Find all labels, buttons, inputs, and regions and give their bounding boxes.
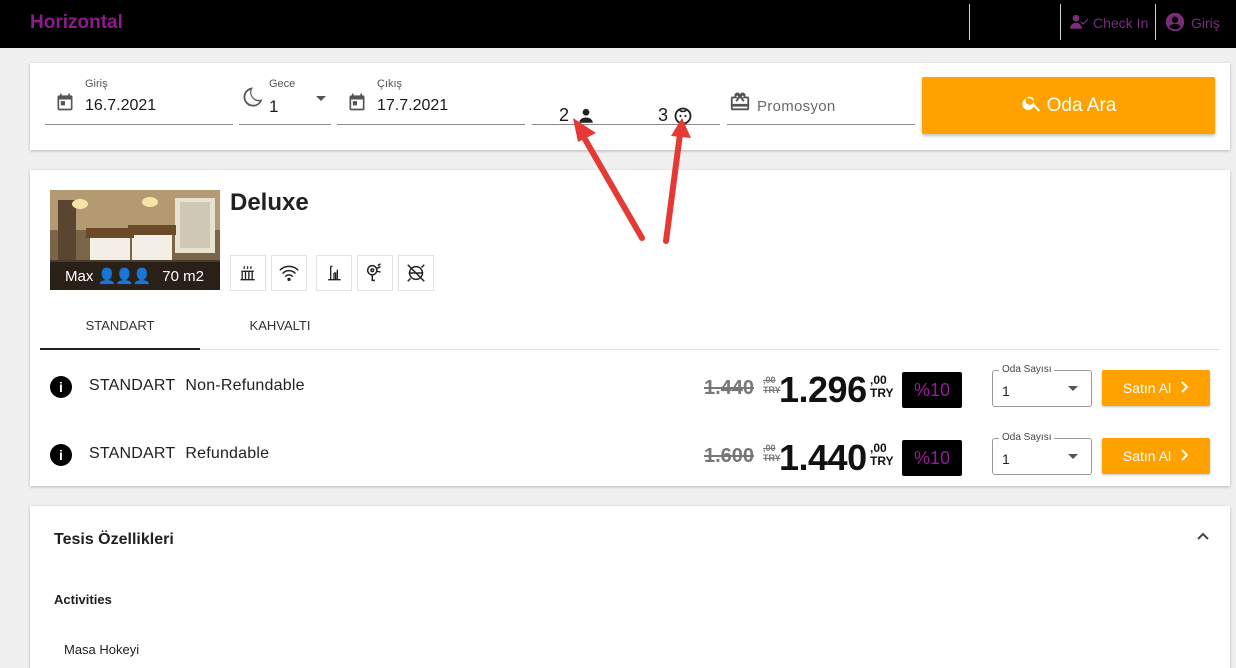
calendar-icon: [347, 92, 367, 117]
discount-badge: %10: [902, 440, 962, 476]
moon-icon: [241, 84, 265, 115]
divider: [1155, 4, 1156, 40]
rate-plan: STANDART: [89, 377, 176, 394]
room-card: Max 👤👤👤 70 m2 Deluxe STANDART KAHVALTI i…: [30, 170, 1230, 486]
check-in-button[interactable]: Check In: [1070, 12, 1148, 34]
max-occupancy: Max 👤👤👤: [65, 267, 152, 285]
room-count-select[interactable]: Oda Sayısı 1: [992, 432, 1092, 475]
chevron-right-icon: [1179, 380, 1189, 396]
person-icon: [577, 107, 595, 130]
tab-standart[interactable]: STANDART: [40, 318, 200, 333]
wifi-icon: [271, 255, 307, 291]
chevron-down-icon: [1068, 454, 1078, 459]
current-price: 1.296: [779, 369, 867, 410]
old-price: 1.600: [704, 445, 755, 467]
children-count: 3: [658, 105, 669, 125]
room-count-select[interactable]: Oda Sayısı 1: [992, 364, 1092, 407]
top-bar: Horizontal Check In Giriş: [0, 0, 1236, 48]
info-icon[interactable]: i: [50, 376, 72, 398]
room-count-label: Oda Sayısı: [999, 432, 1055, 443]
promo-field[interactable]: Promosyon: [727, 78, 915, 125]
current-price-currency: TRY: [870, 454, 894, 468]
chevron-up-icon[interactable]: [1196, 528, 1210, 546]
adults-count: 2: [559, 105, 570, 125]
divider: [969, 4, 970, 40]
room-area: 70 m2: [162, 268, 204, 285]
buy-button[interactable]: Satın Al: [1102, 370, 1210, 406]
search-rooms-button[interactable]: Oda Ara: [922, 77, 1215, 134]
checkin-value: 16.7.2021: [85, 97, 157, 114]
tab-kahvalti[interactable]: KAHVALTI: [200, 318, 360, 333]
brand-logo[interactable]: Horizontal: [30, 12, 123, 34]
rate-plan-tabs: STANDART KAHVALTI: [40, 305, 1220, 350]
rate-name: STANDART Refundable: [89, 445, 269, 463]
room-count-value: 1: [1002, 383, 1010, 399]
gift-card-icon: [729, 91, 751, 118]
facilities-title: Tesis Özellikleri: [54, 531, 174, 548]
room-count-value: 1: [1002, 451, 1010, 467]
rate-row: i STANDART Refundable 1.600 ,00 TRY 1.440…: [50, 432, 1210, 478]
child-face-icon: [673, 106, 693, 131]
login-label: Giriş: [1191, 15, 1220, 31]
checkout-value: 17.7.2021: [377, 97, 449, 114]
account-circle-icon: [1164, 11, 1186, 36]
no-smoking-icon: [398, 255, 434, 291]
current-price-suffix: ,00 TRY: [870, 374, 894, 400]
nights-select[interactable]: Gece 1: [239, 78, 331, 125]
room-count-label: Oda Sayısı: [999, 364, 1055, 375]
facility-item: Masa Hokeyi: [64, 642, 140, 657]
promo-placeholder: Promosyon: [757, 98, 836, 115]
checkin-label: Giriş: [85, 78, 108, 90]
room-photo[interactable]: Max 👤👤👤 70 m2: [50, 190, 220, 290]
check-in-label: Check In: [1093, 15, 1149, 31]
search-button-label: Oda Ara: [1046, 94, 1117, 116]
login-button[interactable]: Giriş: [1164, 12, 1220, 34]
current-price-suffix: ,00 TRY: [870, 442, 894, 468]
checkout-label: Çıkış: [377, 78, 403, 90]
buy-label: Satın Al: [1122, 380, 1172, 396]
info-icon[interactable]: i: [50, 444, 72, 466]
rate-policy: Non-Refundable: [185, 377, 305, 394]
heater-icon: [230, 255, 266, 291]
current-price-currency: TRY: [870, 386, 894, 400]
checkout-date-field[interactable]: Çıkış 17.7.2021: [337, 78, 525, 125]
max-label: Max: [65, 268, 94, 285]
chevron-down-icon: [1068, 386, 1078, 391]
user-check-icon: [1070, 14, 1089, 33]
hairdryer-icon: [357, 255, 393, 291]
facilities-section-heading: Activities: [54, 592, 112, 607]
calendar-icon: [55, 92, 75, 117]
nights-value: 1: [269, 97, 279, 116]
active-tab-indicator: [40, 348, 200, 350]
buy-label: Satın Al: [1122, 448, 1172, 464]
rate-row: i STANDART Non-Refundable 1.440 ,00 TRY 1…: [50, 364, 1210, 410]
buy-button[interactable]: Satın Al: [1102, 438, 1210, 474]
rate-policy: Refundable: [185, 445, 270, 462]
nights-label: Gece: [269, 78, 296, 90]
room-title: Deluxe: [230, 189, 309, 216]
current-price: 1.440: [779, 437, 867, 478]
rate-plan: STANDART: [89, 445, 176, 462]
chevron-down-icon: [316, 96, 326, 101]
discount-badge: %10: [902, 372, 962, 408]
guests-field[interactable]: 2 3: [532, 78, 720, 125]
minibar-icon: [316, 255, 352, 291]
facilities-panel: Tesis Özellikleri Activities Masa Hokeyi: [30, 506, 1230, 668]
search-icon: [1021, 92, 1043, 120]
chevron-right-icon: [1179, 448, 1189, 464]
search-panel: Giriş 16.7.2021 Gece 1 Çıkış 17.7.2021 2…: [30, 63, 1230, 150]
old-price: 1.440: [704, 377, 755, 399]
people-icon: 👤👤👤: [97, 268, 152, 285]
divider: [1060, 4, 1061, 40]
rate-name: STANDART Non-Refundable: [89, 377, 305, 395]
checkin-date-field[interactable]: Giriş 16.7.2021: [45, 78, 233, 125]
